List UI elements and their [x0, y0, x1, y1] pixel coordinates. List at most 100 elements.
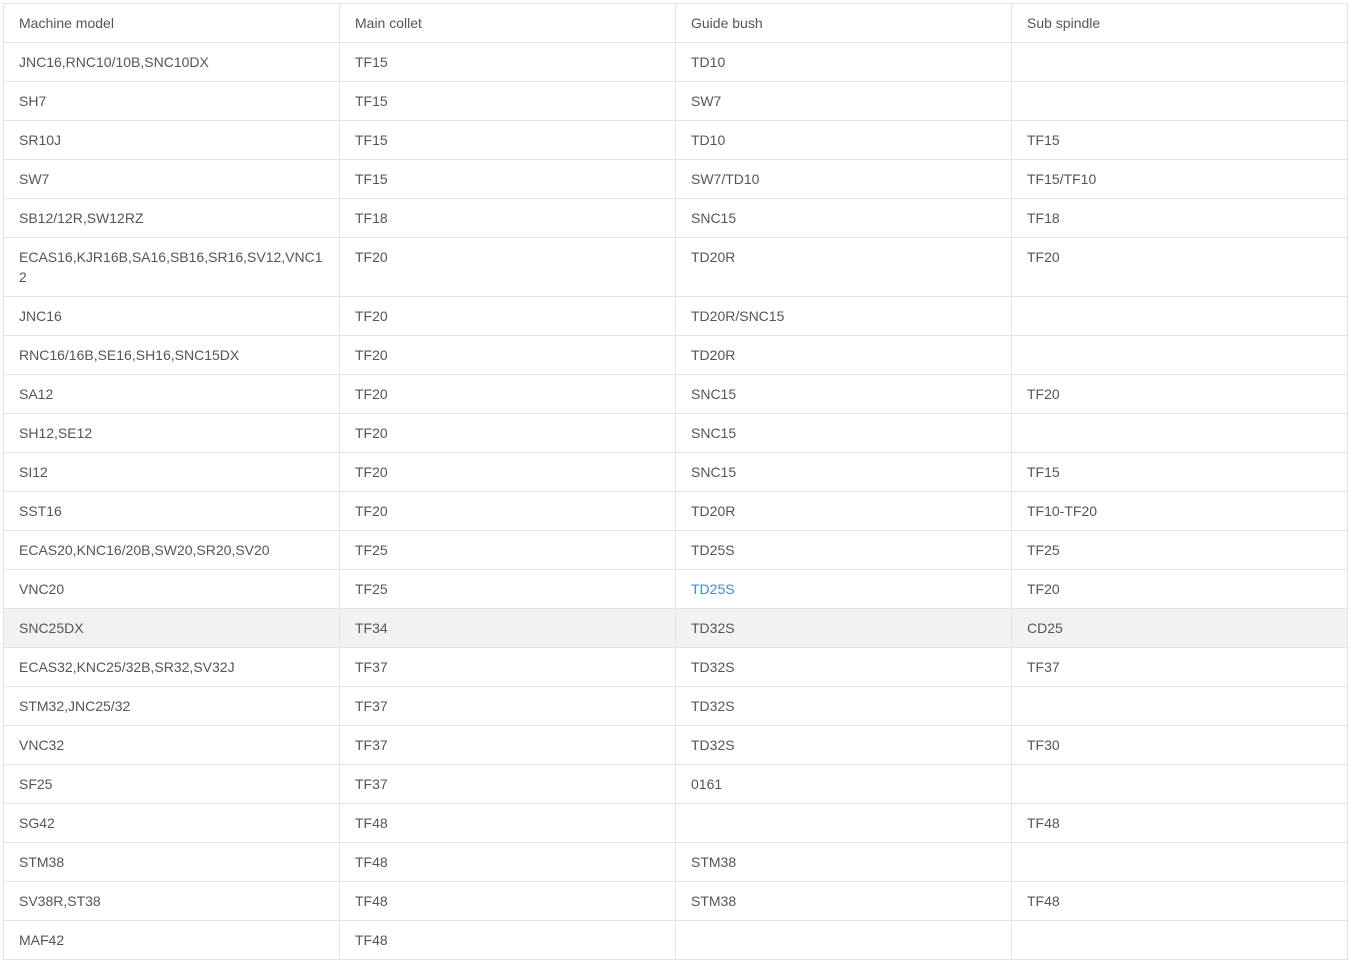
header-main-collet: Main collet: [339, 3, 676, 43]
table-row: MAF42 TF48: [3, 920, 1348, 960]
table-row: SW7 TF15 SW7/TD10 TF15/TF10: [3, 159, 1348, 199]
cell-sub-spindle: TF20: [1011, 569, 1348, 609]
cell-guide-bush: SNC15: [675, 198, 1012, 238]
table-row: SF25 TF37 0161: [3, 764, 1348, 804]
cell-machine-model: SNC25DX: [3, 608, 340, 648]
cell-guide-bush: TD10: [675, 42, 1012, 82]
cell-guide-bush: TD10: [675, 120, 1012, 160]
cell-machine-model: SV38R,ST38: [3, 881, 340, 921]
cell-guide-bush: STM38: [675, 842, 1012, 882]
cell-guide-bush: [675, 803, 1012, 843]
cell-guide-bush: STM38: [675, 881, 1012, 921]
cell-machine-model: SA12: [3, 374, 340, 414]
cell-machine-model: MAF42: [3, 920, 340, 960]
cell-sub-spindle: TF48: [1011, 881, 1348, 921]
cell-machine-model: SH7: [3, 81, 340, 121]
cell-machine-model: SG42: [3, 803, 340, 843]
cell-guide-bush: TD32S: [675, 725, 1012, 765]
cell-main-collet: TF37: [339, 647, 676, 687]
cell-main-collet: TF37: [339, 725, 676, 765]
table-row: RNC16/16B,SE16,SH16,SNC15DX TF20 TD20R: [3, 335, 1348, 375]
cell-guide-bush: SNC15: [675, 374, 1012, 414]
table-row: SH7 TF15 SW7: [3, 81, 1348, 121]
cell-sub-spindle: CD25: [1011, 608, 1348, 648]
header-machine-model: Machine model: [3, 3, 340, 43]
cell-main-collet: TF20: [339, 237, 676, 297]
cell-machine-model: JNC16,RNC10/10B,SNC10DX: [3, 42, 340, 82]
cell-guide-bush-link[interactable]: TD25S: [675, 569, 1012, 609]
cell-machine-model: VNC32: [3, 725, 340, 765]
table-row: VNC20 TF25 TD25S TF20: [3, 569, 1348, 609]
cell-sub-spindle: TF15/TF10: [1011, 159, 1348, 199]
cell-guide-bush: TD32S: [675, 647, 1012, 687]
table-row: SV38R,ST38 TF48 STM38 TF48: [3, 881, 1348, 921]
cell-machine-model: ECAS16,KJR16B,SA16,SB16,SR16,SV12,VNC12: [3, 237, 340, 297]
cell-sub-spindle: TF20: [1011, 237, 1348, 297]
cell-machine-model: ECAS20,KNC16/20B,SW20,SR20,SV20: [3, 530, 340, 570]
cell-sub-spindle: TF15: [1011, 120, 1348, 160]
cell-main-collet: TF48: [339, 920, 676, 960]
cell-sub-spindle: TF37: [1011, 647, 1348, 687]
cell-main-collet: TF37: [339, 686, 676, 726]
collet-compatibility-table: Machine model Main collet Guide bush Sub…: [3, 3, 1348, 960]
cell-guide-bush: TD32S: [675, 686, 1012, 726]
table-row: ECAS20,KNC16/20B,SW20,SR20,SV20 TF25 TD2…: [3, 530, 1348, 570]
cell-main-collet: TF34: [339, 608, 676, 648]
cell-main-collet: TF20: [339, 413, 676, 453]
cell-guide-bush: SNC15: [675, 413, 1012, 453]
cell-main-collet: TF15: [339, 159, 676, 199]
cell-machine-model: SST16: [3, 491, 340, 531]
cell-guide-bush: SNC15: [675, 452, 1012, 492]
cell-machine-model: STM38: [3, 842, 340, 882]
cell-guide-bush: SW7/TD10: [675, 159, 1012, 199]
cell-machine-model: ECAS32,KNC25/32B,SR32,SV32J: [3, 647, 340, 687]
cell-main-collet: TF20: [339, 491, 676, 531]
cell-main-collet: TF20: [339, 374, 676, 414]
cell-sub-spindle: [1011, 413, 1348, 453]
cell-main-collet: TF15: [339, 81, 676, 121]
table-row: SI12 TF20 SNC15 TF15: [3, 452, 1348, 492]
cell-main-collet: TF48: [339, 803, 676, 843]
collet-table-container: Machine model Main collet Guide bush Sub…: [3, 3, 1348, 960]
cell-main-collet: TF15: [339, 120, 676, 160]
table-row: SH12,SE12 TF20 SNC15: [3, 413, 1348, 453]
table-row-highlighted: SNC25DX TF34 TD32S CD25: [3, 608, 1348, 648]
cell-main-collet: TF15: [339, 42, 676, 82]
cell-sub-spindle: TF48: [1011, 803, 1348, 843]
cell-main-collet: TF37: [339, 764, 676, 804]
cell-sub-spindle: [1011, 920, 1348, 960]
cell-sub-spindle: [1011, 335, 1348, 375]
table-row: SA12 TF20 SNC15 TF20: [3, 374, 1348, 414]
cell-sub-spindle: TF15: [1011, 452, 1348, 492]
cell-machine-model: SR10J: [3, 120, 340, 160]
cell-main-collet: TF48: [339, 842, 676, 882]
cell-sub-spindle: [1011, 686, 1348, 726]
cell-guide-bush: TD20R/SNC15: [675, 296, 1012, 336]
header-guide-bush: Guide bush: [675, 3, 1012, 43]
cell-guide-bush: [675, 920, 1012, 960]
cell-guide-bush: TD20R: [675, 237, 1012, 297]
cell-sub-spindle: [1011, 42, 1348, 82]
table-row: STM32,JNC25/32 TF37 TD32S: [3, 686, 1348, 726]
cell-sub-spindle: [1011, 764, 1348, 804]
cell-sub-spindle: TF10-TF20: [1011, 491, 1348, 531]
cell-sub-spindle: TF25: [1011, 530, 1348, 570]
cell-main-collet: TF25: [339, 530, 676, 570]
table-row: SG42 TF48 TF48: [3, 803, 1348, 843]
cell-sub-spindle: [1011, 81, 1348, 121]
table-row: STM38 TF48 STM38: [3, 842, 1348, 882]
table-row: ECAS32,KNC25/32B,SR32,SV32J TF37 TD32S T…: [3, 647, 1348, 687]
cell-guide-bush: TD25S: [675, 530, 1012, 570]
cell-main-collet: TF20: [339, 335, 676, 375]
cell-machine-model: VNC20: [3, 569, 340, 609]
cell-sub-spindle: [1011, 296, 1348, 336]
cell-sub-spindle: TF20: [1011, 374, 1348, 414]
cell-machine-model: SW7: [3, 159, 340, 199]
cell-main-collet: TF48: [339, 881, 676, 921]
table-header-row: Machine model Main collet Guide bush Sub…: [3, 3, 1348, 43]
cell-sub-spindle: TF18: [1011, 198, 1348, 238]
cell-machine-model: SH12,SE12: [3, 413, 340, 453]
table-row: SB12/12R,SW12RZ TF18 SNC15 TF18: [3, 198, 1348, 238]
cell-guide-bush: 0161: [675, 764, 1012, 804]
cell-sub-spindle: [1011, 842, 1348, 882]
